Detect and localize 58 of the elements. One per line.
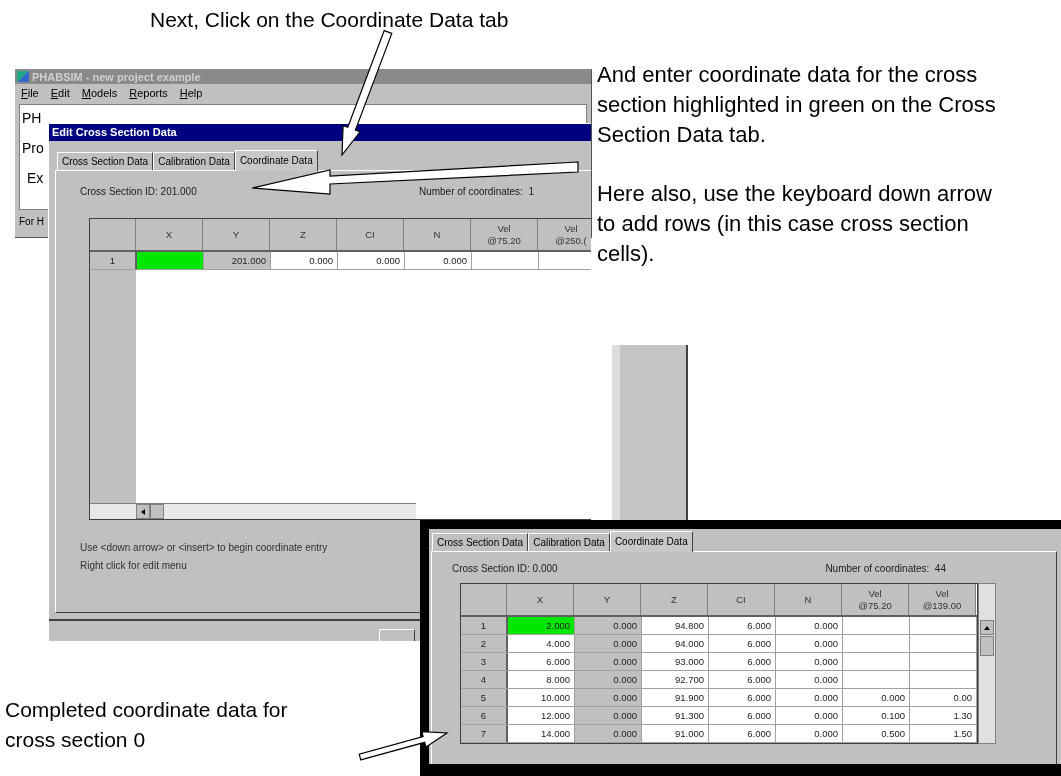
- horizontal-scrollbar[interactable]: [90, 503, 416, 519]
- menu-item[interactable]: File: [21, 87, 39, 99]
- tab[interactable]: Coordinate Data: [609, 531, 693, 552]
- content-text: PH: [22, 110, 42, 126]
- table-cell[interactable]: 201.000: [204, 252, 271, 269]
- table-cell[interactable]: 0.000: [575, 689, 642, 706]
- table-cell[interactable]: 2.000: [508, 617, 575, 634]
- column-header: X: [507, 584, 574, 615]
- count-label: Number of coordinates: 1: [418, 185, 535, 197]
- scroll-up-button[interactable]: [980, 620, 994, 635]
- table-cell[interactable]: 0.000: [575, 707, 642, 724]
- column-header: Vel @75.20: [842, 584, 909, 615]
- table-cell[interactable]: 0.000: [575, 671, 642, 688]
- id-label: Cross Section ID: 0.000: [452, 562, 558, 574]
- dialog-title: Edit Cross Section Data: [52, 126, 177, 138]
- instruction-text: Here also, use the keyboard down arrow to add rows (in this case cross section cells).: [597, 180, 993, 268]
- column-header: Vel @250.(: [538, 219, 591, 250]
- column-header: Y: [574, 584, 641, 615]
- column-header: Z: [641, 584, 708, 615]
- column-header: N: [404, 219, 471, 250]
- table-cell[interactable]: 0.000: [575, 617, 642, 634]
- instruction-text: Next, Click on the Coordinate Data tab: [150, 8, 509, 32]
- scroll-thumb[interactable]: [150, 504, 164, 519]
- window-title: PHABSIM - new project example: [32, 70, 201, 83]
- tab[interactable]: Cross Section Data: [57, 152, 154, 170]
- column-header: Y: [203, 219, 270, 250]
- caption-text: Completed coordinate data for cross section 0: [5, 697, 289, 753]
- column-header: Vel @75.20: [471, 219, 538, 250]
- tab[interactable]: Cross Section Data: [432, 533, 529, 551]
- column-header: CI: [337, 219, 404, 250]
- column-header: N: [775, 584, 842, 615]
- content-text: Ex: [27, 170, 44, 186]
- hint-text: Right click for edit menu: [80, 560, 187, 573]
- table-cell[interactable]: 0.000: [575, 635, 642, 652]
- status-text: For H: [19, 216, 44, 227]
- column-header: Vel @139.00: [909, 584, 976, 615]
- table-cell[interactable]: 0.000: [575, 653, 642, 670]
- vertical-scrollbar[interactable]: [978, 583, 996, 744]
- menu-item[interactable]: Models: [81, 87, 118, 99]
- menu-item[interactable]: Edit: [50, 87, 70, 99]
- content-text: Pro: [22, 140, 44, 156]
- menu-item[interactable]: Help: [179, 87, 203, 99]
- scroll-thumb[interactable]: [980, 636, 994, 656]
- tab[interactable]: Calibration Data: [153, 152, 235, 170]
- table-cell[interactable]: 0.000: [575, 725, 642, 742]
- tab[interactable]: Coordinate Data: [234, 150, 318, 171]
- column-header: Z: [270, 219, 337, 250]
- column-header: CI: [708, 584, 775, 615]
- column-header: X: [136, 219, 203, 250]
- table-cell[interactable]: [137, 252, 204, 269]
- id-label: Cross Section ID: 201.000: [80, 185, 197, 197]
- app-icon: [17, 71, 29, 82]
- instruction-text: And enter coordinate data for the cross section highlighted in green on the Cross Section Data tab.: [597, 61, 997, 149]
- tab[interactable]: Calibration Data: [528, 533, 610, 551]
- scroll-left-button[interactable]: [136, 504, 150, 519]
- count-label: Number of coordinates: 44: [825, 562, 947, 574]
- hint-text: Use <down arrow> or <insert> to begin coordinate entry: [80, 542, 328, 555]
- menu-item[interactable]: Reports: [129, 87, 168, 99]
